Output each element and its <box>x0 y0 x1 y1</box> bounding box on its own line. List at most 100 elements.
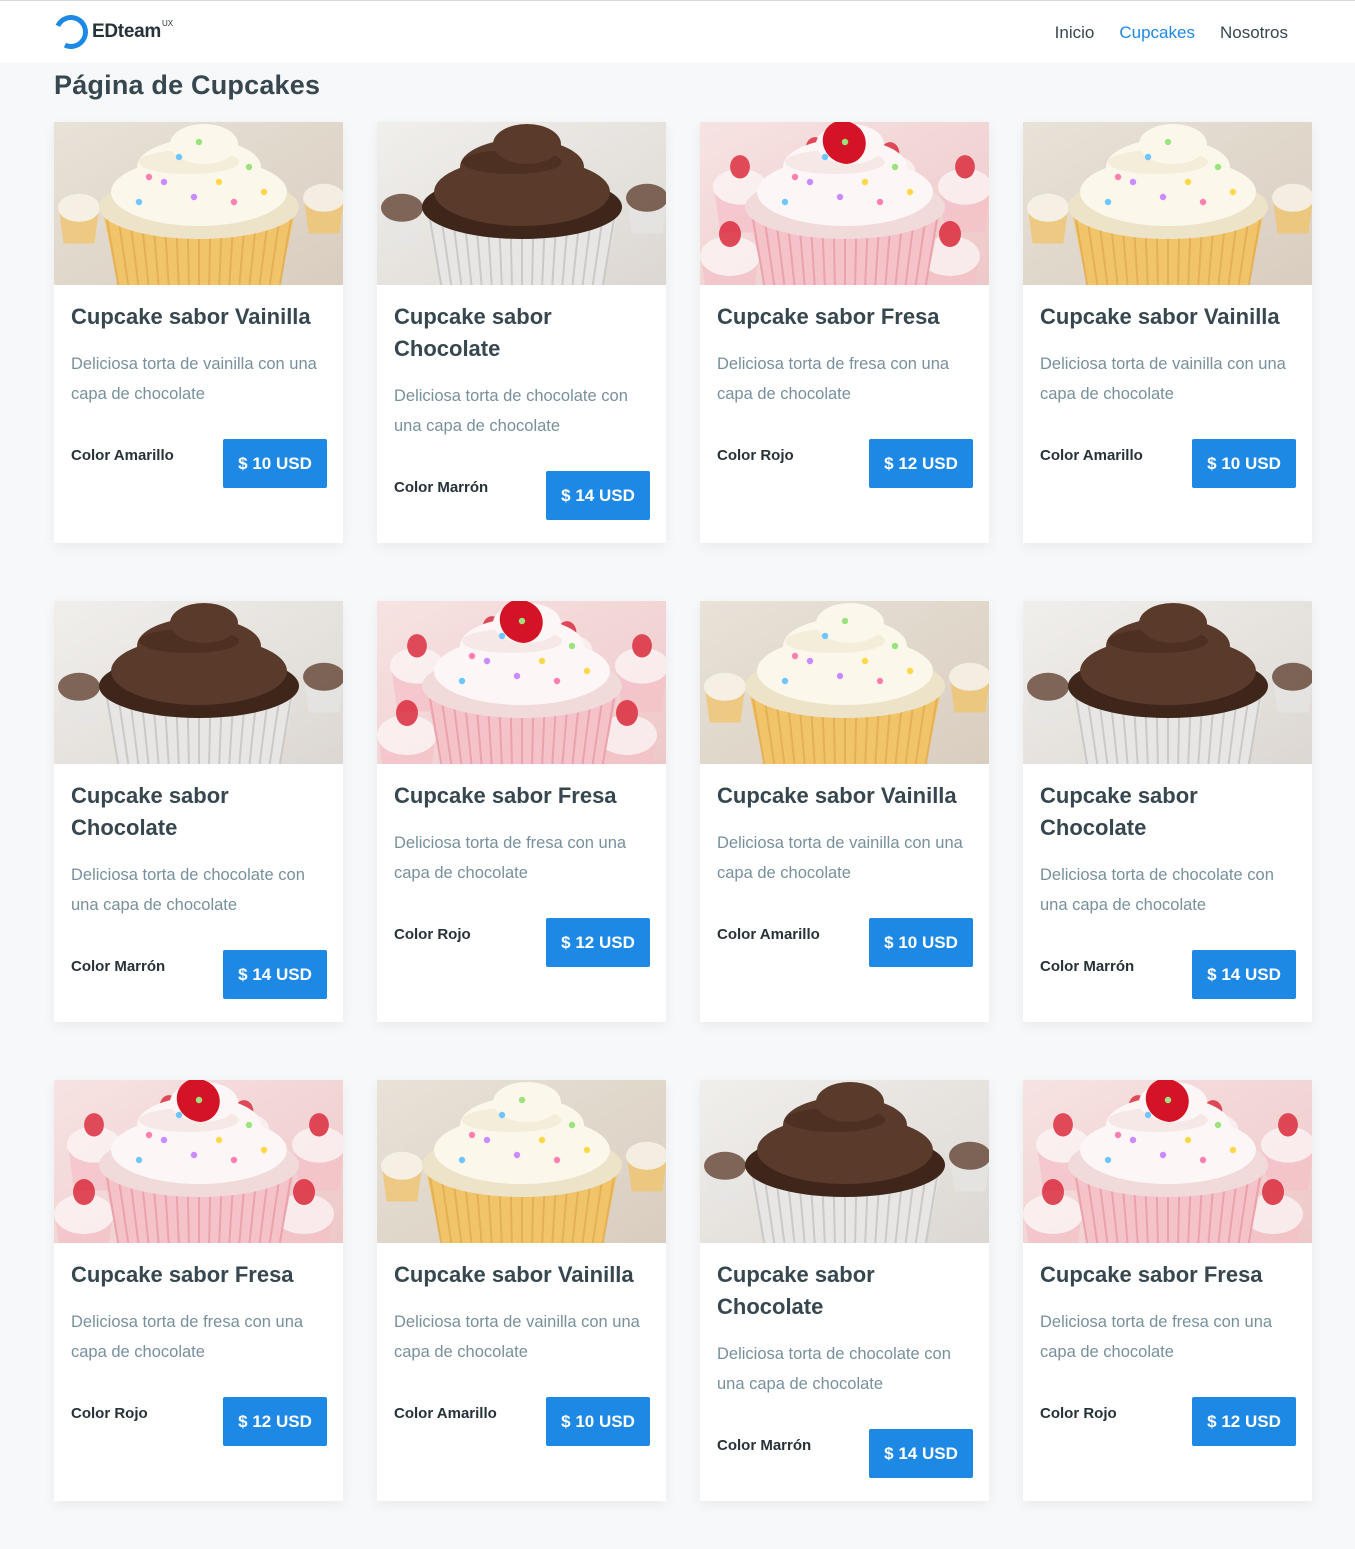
card-body: Cupcake sabor Vainilla Deliciosa torta d… <box>700 764 989 967</box>
card-color-label: Color Amarillo <box>1040 447 1143 464</box>
strawberry-cupcake-image <box>1023 1080 1312 1243</box>
cupcake-card: Cupcake sabor Chocolate Deliciosa torta … <box>700 1080 989 1501</box>
card-title: Cupcake sabor Chocolate <box>1040 783 1198 840</box>
price-button[interactable]: $ 12 USD <box>223 1397 327 1446</box>
top-header: EDteam UX Inicio Cupcakes Nosotros <box>0 0 1355 63</box>
card-description: Deliciosa torta de fresa con una capa de… <box>1040 1313 1273 1361</box>
card-body: Cupcake sabor Fresa Deliciosa torta de f… <box>1023 1243 1312 1446</box>
card-footer: Color Marrón $ 14 USD <box>394 471 650 520</box>
card-body: Cupcake sabor Chocolate Deliciosa torta … <box>700 1243 989 1478</box>
cupcake-card: Cupcake sabor Vainilla Deliciosa torta d… <box>1023 122 1312 543</box>
card-color-label: Color Marrón <box>1040 958 1135 975</box>
cupcake-grid: Cupcake sabor Vainilla Deliciosa torta d… <box>54 122 1313 1501</box>
card-footer: Color Amarillo $ 10 USD <box>394 1397 650 1446</box>
card-color-label: Color Marrón <box>717 1437 812 1454</box>
vanilla-cupcake-image <box>1023 122 1312 285</box>
nav-link-cupcakes[interactable]: Cupcakes <box>1119 23 1195 43</box>
cupcake-card: Cupcake sabor Fresa Deliciosa torta de f… <box>54 1080 343 1501</box>
card-footer: Color Rojo $ 12 USD <box>717 439 973 488</box>
card-footer: Color Marrón $ 14 USD <box>1040 950 1296 999</box>
card-body: Cupcake sabor Vainilla Deliciosa torta d… <box>1023 285 1312 488</box>
price-button[interactable]: $ 10 USD <box>869 918 973 967</box>
card-title: Cupcake sabor Chocolate <box>71 783 229 840</box>
card-color-label: Color Amarillo <box>394 1405 497 1422</box>
main-nav: Inicio Cupcakes Nosotros <box>1055 23 1288 43</box>
chocolate-cupcake-image <box>700 1080 989 1243</box>
strawberry-cupcake-image <box>700 122 989 285</box>
price-button[interactable]: $ 10 USD <box>223 439 327 488</box>
card-title: Cupcake sabor Chocolate <box>717 1262 875 1319</box>
card-color-label: Color Rojo <box>71 1405 148 1422</box>
card-description: Deliciosa torta de chocolate con una cap… <box>717 1345 951 1393</box>
card-title: Cupcake sabor Vainilla <box>71 304 311 329</box>
edteam-logo[interactable]: EDteam UX <box>49 10 174 54</box>
card-description: Deliciosa torta de fresa con una capa de… <box>717 355 950 403</box>
price-button[interactable]: $ 14 USD <box>223 950 327 999</box>
card-description: Deliciosa torta de vainilla con una capa… <box>1040 355 1286 403</box>
card-title: Cupcake sabor Fresa <box>1040 1262 1263 1287</box>
card-color-label: Color Rojo <box>717 447 794 464</box>
cupcake-card: Cupcake sabor Chocolate Deliciosa torta … <box>1023 601 1312 1022</box>
card-color-label: Color Marrón <box>394 479 489 496</box>
logo-superscript: UX <box>161 18 174 28</box>
card-title: Cupcake sabor Fresa <box>394 783 617 808</box>
card-description: Deliciosa torta de fresa con una capa de… <box>71 1313 304 1361</box>
chocolate-cupcake-image <box>377 122 666 285</box>
card-footer: Color Amarillo $ 10 USD <box>717 918 973 967</box>
card-title: Cupcake sabor Fresa <box>717 304 940 329</box>
strawberry-cupcake-image <box>54 1080 343 1243</box>
price-button[interactable]: $ 10 USD <box>1192 439 1296 488</box>
card-description: Deliciosa torta de vainilla con una capa… <box>717 834 963 882</box>
card-color-label: Color Rojo <box>394 926 471 943</box>
cupcake-card: Cupcake sabor Vainilla Deliciosa torta d… <box>700 601 989 1022</box>
cupcake-card: Cupcake sabor Fresa Deliciosa torta de f… <box>1023 1080 1312 1501</box>
card-footer: Color Rojo $ 12 USD <box>394 918 650 967</box>
page-title: Página de Cupcakes <box>54 70 321 100</box>
card-footer: Color Rojo $ 12 USD <box>71 1397 327 1446</box>
card-color-label: Color Rojo <box>1040 1405 1117 1422</box>
price-button[interactable]: $ 14 USD <box>1192 950 1296 999</box>
cupcake-card: Cupcake sabor Fresa Deliciosa torta de f… <box>700 122 989 543</box>
chocolate-cupcake-image <box>1023 601 1312 764</box>
card-body: Cupcake sabor Chocolate Deliciosa torta … <box>54 764 343 999</box>
card-color-label: Color Amarillo <box>717 926 820 943</box>
logo-text: EDteam <box>92 21 161 42</box>
card-description: Deliciosa torta de chocolate con una cap… <box>394 387 628 435</box>
nav-link-inicio[interactable]: Inicio <box>1055 23 1095 43</box>
price-button[interactable]: $ 14 USD <box>546 471 650 520</box>
card-description: Deliciosa torta de chocolate con una cap… <box>1040 866 1274 914</box>
card-description: Deliciosa torta de chocolate con una cap… <box>71 866 305 914</box>
card-description: Deliciosa torta de vainilla con una capa… <box>394 1313 640 1361</box>
card-body: Cupcake sabor Fresa Deliciosa torta de f… <box>54 1243 343 1446</box>
logo-ring-icon <box>49 10 93 54</box>
vanilla-cupcake-image <box>700 601 989 764</box>
vanilla-cupcake-image <box>54 122 343 285</box>
card-color-label: Color Marrón <box>71 958 166 975</box>
card-title: Cupcake sabor Vainilla <box>394 1262 634 1287</box>
card-footer: Color Marrón $ 14 USD <box>71 950 327 999</box>
card-body: Cupcake sabor Vainilla Deliciosa torta d… <box>377 1243 666 1446</box>
price-button[interactable]: $ 12 USD <box>546 918 650 967</box>
card-body: Cupcake sabor Chocolate Deliciosa torta … <box>1023 764 1312 999</box>
chocolate-cupcake-image <box>54 601 343 764</box>
card-footer: Color Rojo $ 12 USD <box>1040 1397 1296 1446</box>
price-button[interactable]: $ 10 USD <box>546 1397 650 1446</box>
price-button[interactable]: $ 12 USD <box>869 439 973 488</box>
nav-link-nosotros[interactable]: Nosotros <box>1220 23 1288 43</box>
cupcake-card: Cupcake sabor Vainilla Deliciosa torta d… <box>377 1080 666 1501</box>
card-body: Cupcake sabor Fresa Deliciosa torta de f… <box>700 285 989 488</box>
cupcake-card: Cupcake sabor Chocolate Deliciosa torta … <box>377 122 666 543</box>
price-button[interactable]: $ 12 USD <box>1192 1397 1296 1446</box>
card-description: Deliciosa torta de vainilla con una capa… <box>71 355 317 403</box>
price-button[interactable]: $ 14 USD <box>869 1429 973 1478</box>
cupcake-card: Cupcake sabor Vainilla Deliciosa torta d… <box>54 122 343 543</box>
vanilla-cupcake-image <box>377 1080 666 1243</box>
card-body: Cupcake sabor Vainilla Deliciosa torta d… <box>54 285 343 488</box>
cupcake-card: Cupcake sabor Chocolate Deliciosa torta … <box>54 601 343 1022</box>
card-title: Cupcake sabor Vainilla <box>717 783 957 808</box>
card-color-label: Color Amarillo <box>71 447 174 464</box>
card-body: Cupcake sabor Chocolate Deliciosa torta … <box>377 285 666 520</box>
cupcake-card: Cupcake sabor Fresa Deliciosa torta de f… <box>377 601 666 1022</box>
card-footer: Color Amarillo $ 10 USD <box>1040 439 1296 488</box>
card-footer: Color Marrón $ 14 USD <box>717 1429 973 1478</box>
